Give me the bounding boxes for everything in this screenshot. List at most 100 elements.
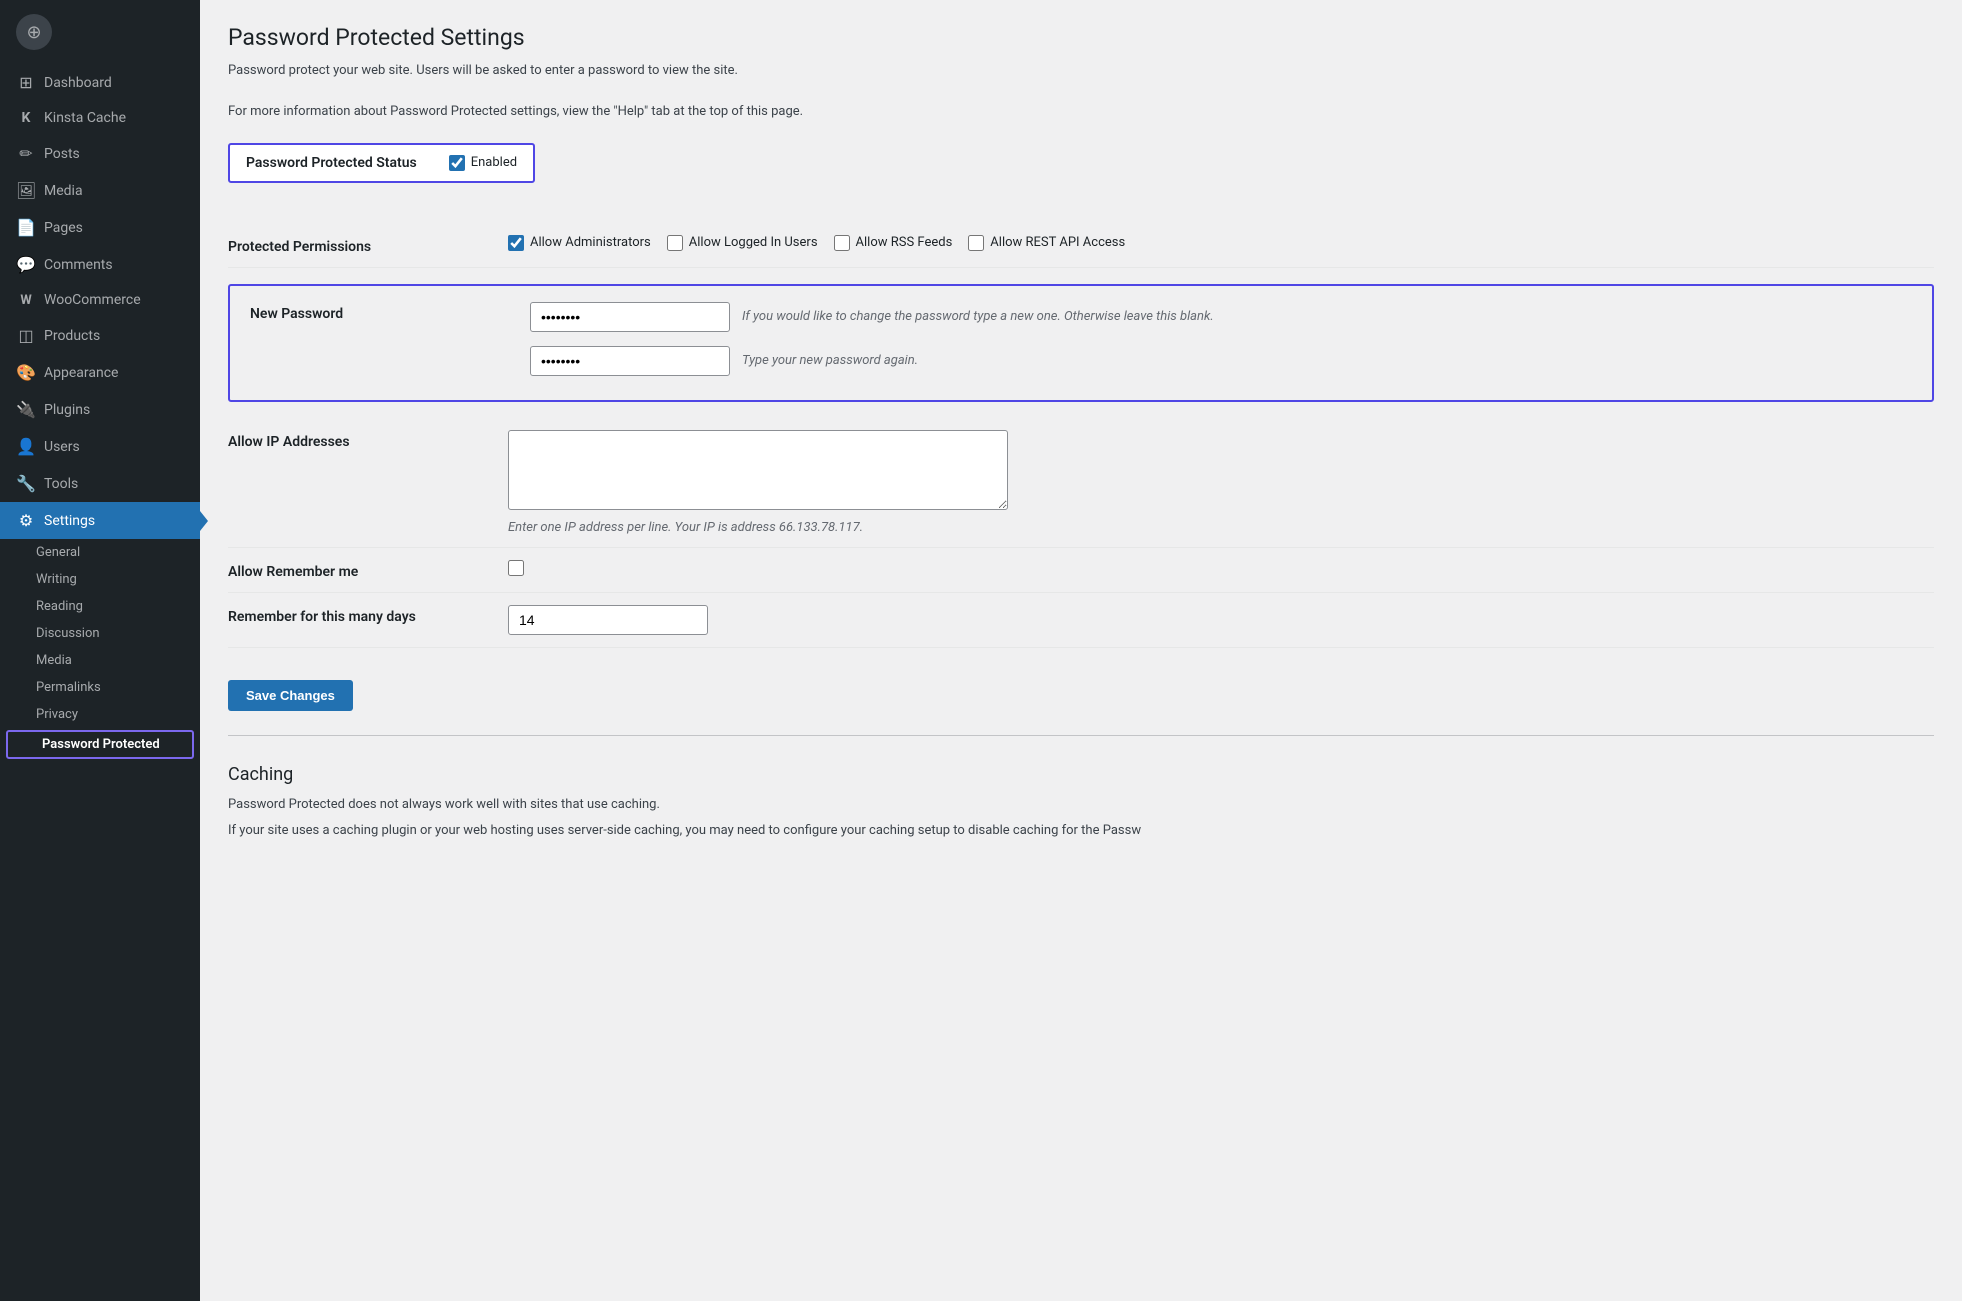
sidebar-item-media[interactable]: 🖼 Media [0, 172, 200, 209]
sidebar-item-kinsta-cache[interactable]: K Kinsta Cache [0, 101, 200, 135]
allow-admins-text: Allow Administrators [530, 235, 651, 250]
sidebar-sub-media[interactable]: Media [0, 647, 200, 674]
new-password-label: New Password [250, 302, 530, 322]
caching-line1: Password Protected does not always work … [228, 795, 1934, 816]
status-checkbox-label[interactable]: Enabled [449, 155, 517, 171]
sidebar-sub-password-protected[interactable]: Password Protected [6, 730, 194, 759]
allow-rest-api-label[interactable]: Allow REST API Access [968, 235, 1125, 251]
appearance-icon: 🎨 [16, 363, 36, 382]
sidebar-item-label: Appearance [44, 365, 118, 381]
status-label: Password Protected Status [246, 155, 417, 171]
sidebar-item-label: Settings [44, 513, 95, 529]
password-hint-2: Type your new password again. [742, 353, 918, 368]
remember-me-checkbox-label[interactable] [508, 560, 524, 576]
status-highlight-block: Password Protected Status Enabled [228, 143, 535, 183]
sidebar-item-label: Kinsta Cache [44, 110, 126, 126]
new-password-content: If you would like to change the password… [530, 302, 1912, 384]
remember-me-content [508, 560, 1934, 576]
sidebar-item-woocommerce[interactable]: W WooCommerce [0, 283, 200, 317]
sidebar: ⊕ ⊞ Dashboard K Kinsta Cache ✏ Posts 🖼 M… [0, 0, 200, 1301]
allow-ip-row: Allow IP Addresses Enter one IP address … [228, 418, 1934, 548]
page-description-line2: For more information about Password Prot… [228, 102, 1934, 123]
allow-ip-content: Enter one IP address per line. Your IP i… [508, 430, 1934, 535]
remember-me-row: Allow Remember me [228, 548, 1934, 593]
sidebar-item-label: Products [44, 328, 100, 344]
sidebar-item-settings[interactable]: ⚙ Settings [0, 502, 200, 539]
woo-icon: W [16, 293, 36, 308]
allow-rest-api-checkbox[interactable] [968, 235, 984, 251]
password-hint-1: If you would like to change the password… [742, 309, 1214, 324]
caching-line2: If your site uses a caching plugin or yo… [228, 821, 1934, 842]
remember-days-input[interactable] [508, 605, 708, 635]
new-password-row: New Password If you would like to change… [250, 302, 1912, 384]
permissions-content: Allow Administrators Allow Logged In Use… [508, 235, 1934, 251]
sidebar-item-comments[interactable]: 💬 Comments [0, 246, 200, 283]
sidebar-sub-reading[interactable]: Reading [0, 593, 200, 620]
password-input-2[interactable] [530, 346, 730, 376]
page-title: Password Protected Settings [228, 24, 1934, 51]
sidebar-item-plugins[interactable]: 🔌 Plugins [0, 391, 200, 428]
ip-hint: Enter one IP address per line. Your IP i… [508, 520, 863, 535]
caching-section: Caching Password Protected does not alwa… [228, 764, 1934, 843]
sidebar-logo: ⊕ [0, 0, 200, 64]
remember-me-label: Allow Remember me [228, 560, 508, 580]
sidebar-item-pages[interactable]: 📄 Pages [0, 209, 200, 246]
sidebar-item-label: Comments [44, 257, 113, 273]
allow-rss-checkbox[interactable] [834, 235, 850, 251]
posts-icon: ✏ [16, 144, 36, 163]
sidebar-item-label: Users [44, 439, 80, 455]
save-changes-button[interactable]: Save Changes [228, 680, 353, 711]
permissions-label: Protected Permissions [228, 235, 508, 255]
sidebar-sub-permalinks[interactable]: Permalinks [0, 674, 200, 701]
allow-logged-in-checkbox[interactable] [667, 235, 683, 251]
sidebar-item-appearance[interactable]: 🎨 Appearance [0, 354, 200, 391]
wp-logo-icon: ⊕ [16, 14, 52, 50]
settings-submenu: General Writing Reading Discussion Media… [0, 539, 200, 761]
sidebar-item-dashboard[interactable]: ⊞ Dashboard [0, 64, 200, 101]
allow-logged-in-label[interactable]: Allow Logged In Users [667, 235, 818, 251]
sidebar-item-posts[interactable]: ✏ Posts [0, 135, 200, 172]
password-row-2: Type your new password again. [530, 346, 918, 376]
allow-admins-label[interactable]: Allow Administrators [508, 235, 651, 251]
sidebar-item-label: WooCommerce [44, 292, 141, 308]
status-section: Password Protected Status Enabled [228, 143, 1934, 203]
remember-days-content [508, 605, 1934, 635]
sidebar-item-label: Posts [44, 146, 80, 162]
sidebar-item-label: Media [44, 183, 83, 199]
permissions-row: Protected Permissions Allow Administrato… [228, 223, 1934, 268]
password-input-1[interactable] [530, 302, 730, 332]
allow-admins-checkbox[interactable] [508, 235, 524, 251]
dashboard-icon: ⊞ [16, 73, 36, 92]
status-checkbox[interactable] [449, 155, 465, 171]
sidebar-sub-privacy[interactable]: Privacy [0, 701, 200, 728]
allow-rss-label[interactable]: Allow RSS Feeds [834, 235, 953, 251]
new-password-section: New Password If you would like to change… [228, 284, 1934, 402]
allow-rss-text: Allow RSS Feeds [856, 235, 953, 250]
main-content: Password Protected Settings Password pro… [200, 0, 1962, 1301]
sidebar-item-users[interactable]: 👤 Users [0, 428, 200, 465]
settings-icon: ⚙ [16, 511, 36, 530]
allow-ip-label: Allow IP Addresses [228, 430, 508, 450]
pages-icon: 📄 [16, 218, 36, 237]
products-icon: ◫ [16, 326, 36, 345]
sidebar-sub-general[interactable]: General [0, 539, 200, 566]
remember-me-checkbox[interactable] [508, 560, 524, 576]
users-icon: 👤 [16, 437, 36, 456]
tools-icon: 🔧 [16, 474, 36, 493]
comments-icon: 💬 [16, 255, 36, 274]
allow-rest-api-text: Allow REST API Access [990, 235, 1125, 250]
sidebar-item-label: Tools [44, 476, 78, 492]
password-row-1: If you would like to change the password… [530, 302, 1214, 332]
sidebar-item-products[interactable]: ◫ Products [0, 317, 200, 354]
plugins-icon: 🔌 [16, 400, 36, 419]
ip-textarea[interactable] [508, 430, 1008, 510]
sidebar-item-label: Plugins [44, 402, 90, 418]
media-icon: 🖼 [16, 181, 36, 200]
save-section: Save Changes [228, 664, 1934, 719]
status-checkbox-text: Enabled [471, 155, 517, 170]
remember-days-row: Remember for this many days [228, 593, 1934, 648]
section-divider [228, 735, 1934, 736]
sidebar-sub-discussion[interactable]: Discussion [0, 620, 200, 647]
sidebar-item-tools[interactable]: 🔧 Tools [0, 465, 200, 502]
sidebar-sub-writing[interactable]: Writing [0, 566, 200, 593]
